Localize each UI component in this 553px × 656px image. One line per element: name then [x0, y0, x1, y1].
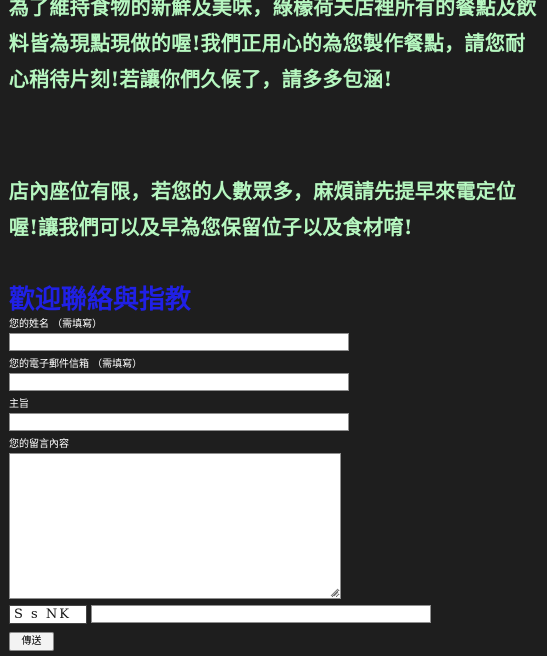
intro-paragraph-freshness: 為了維持食物的新鮮及美味，綠檬荷夫店裡所有的餐點及飲料皆為現點現做的喔!我們正用… [9, 0, 537, 91]
email-label: 您的電子郵件信箱 （需填寫） [9, 359, 143, 370]
captcha-input[interactable] [91, 605, 431, 623]
page-edge-bar [547, 0, 553, 656]
contact-heading: 歡迎聯絡與指教 [9, 285, 192, 315]
name-input[interactable] [9, 333, 349, 351]
subject-label: 主旨 [9, 399, 29, 410]
submit-button[interactable]: 傳送 [9, 632, 54, 651]
captcha-image: S s NK [9, 605, 87, 624]
captcha-text: S s NK [14, 607, 71, 622]
subject-input[interactable] [9, 413, 349, 431]
email-input[interactable] [9, 373, 349, 391]
intro-paragraph-seating: 店內座位有限，若您的人數眾多，麻煩請先提早來電定位喔!讓我們可以及早為您保留位子… [9, 179, 517, 239]
name-label: 您的姓名 （需填寫） [9, 319, 103, 330]
message-label: 您的留言內容 [9, 439, 69, 450]
message-textarea[interactable] [9, 453, 341, 599]
